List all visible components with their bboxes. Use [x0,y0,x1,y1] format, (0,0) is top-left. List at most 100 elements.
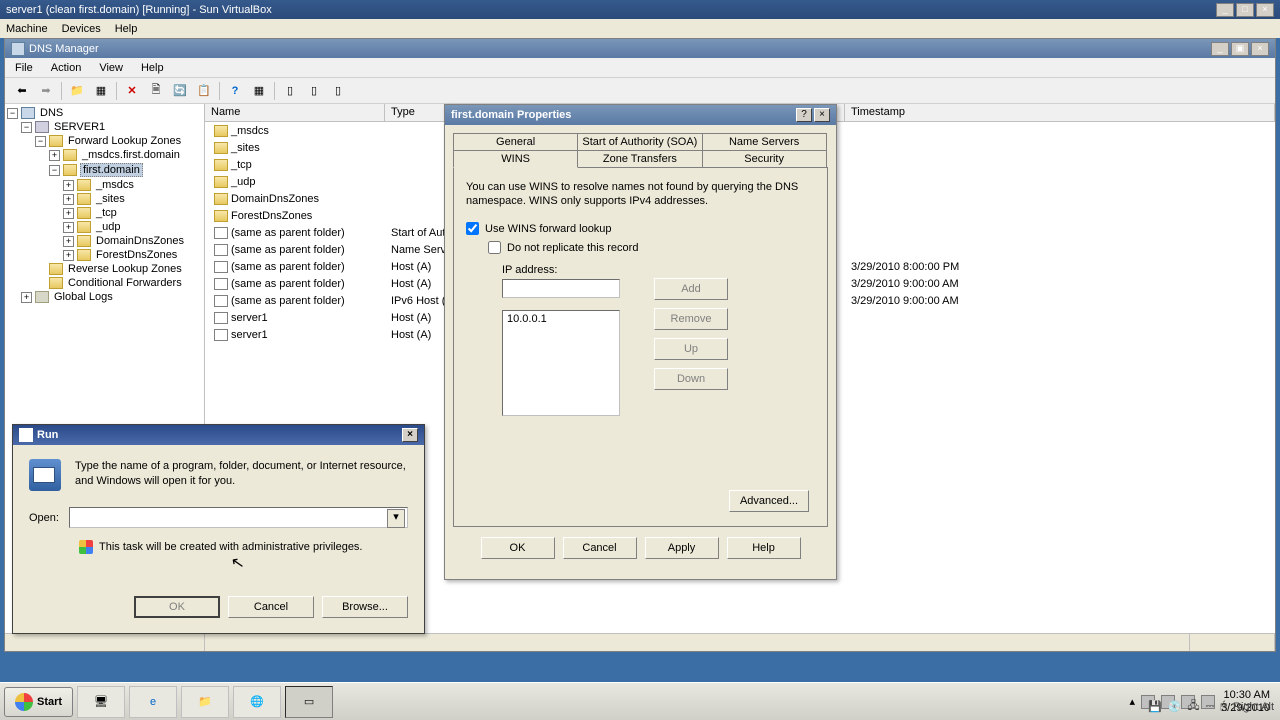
tab-general[interactable]: General [453,133,578,150]
dns-title: DNS Manager [29,43,1209,55]
minimize-button[interactable]: _ [1216,3,1234,17]
tree-expand-icon[interactable]: + [63,208,74,219]
no-replicate-checkbox[interactable]: Do not replicate this record [488,241,815,254]
dns-maximize-button[interactable]: ▣ [1231,42,1249,56]
dns-close-button[interactable]: × [1251,42,1269,56]
tree-gl[interactable]: Global Logs [52,291,115,303]
tree-expand-icon[interactable]: + [63,236,74,247]
tree-expand-icon[interactable]: + [63,250,74,261]
ip-address-list[interactable]: 10.0.0.1 [502,310,620,416]
ok-button[interactable]: OK [481,537,555,559]
tree-sub[interactable]: _udp [94,221,122,233]
help-button[interactable]: ? [796,108,812,122]
tree-collapse-icon[interactable]: − [35,136,46,147]
menu-help[interactable]: Help [115,23,138,35]
tree-sub[interactable]: _tcp [94,207,119,219]
toolbar-btn-d[interactable]: ▯ [327,80,349,102]
cancel-button[interactable]: Cancel [563,537,637,559]
properties-button[interactable]: ▦ [90,80,112,102]
tab-soa[interactable]: Start of Authority (SOA) [577,133,702,150]
tree-flz[interactable]: Forward Lookup Zones [66,135,183,147]
no-replicate-input[interactable] [488,241,501,254]
tree-expand-icon[interactable]: + [63,180,74,191]
tab-zone-transfers[interactable]: Zone Transfers [577,150,702,167]
close-button[interactable]: × [1256,3,1274,17]
tree-expand-icon[interactable]: + [63,194,74,205]
close-button[interactable]: × [814,108,830,122]
export-button[interactable]: 🔄 [169,80,191,102]
record-icon [214,227,228,239]
tree-expand-icon[interactable]: + [21,292,32,303]
tree-expand-icon[interactable]: + [49,150,60,161]
menu-file[interactable]: File [15,62,33,74]
ip-address-input[interactable] [502,279,620,298]
menu-help[interactable]: Help [141,62,164,74]
open-combobox[interactable] [69,507,408,528]
help-button[interactable]: ? [224,80,246,102]
tree-server[interactable]: SERVER1 [52,121,107,133]
taskbar-item-ie[interactable]: e [129,686,177,718]
delete-button[interactable]: ✕ [121,80,143,102]
tree-collapse-icon[interactable]: − [21,122,32,133]
use-wins-input[interactable] [466,222,479,235]
tree-firstdomain[interactable]: first.domain [80,163,143,177]
tree-sub[interactable]: DomainDnsZones [94,235,186,247]
close-button[interactable]: × [402,428,418,442]
back-button[interactable]: ⬅ [11,80,33,102]
log-icon [35,291,49,303]
taskbar-item-explorer[interactable]: 📁 [181,686,229,718]
taskbar-item-run[interactable]: ▭ [285,686,333,718]
menu-action[interactable]: Action [51,62,82,74]
up-button[interactable]: 📁 [66,80,88,102]
dns-titlebar[interactable]: DNS Manager _ ▣ × [5,39,1275,58]
tab-wins[interactable]: WINS [453,150,578,168]
tree-cf[interactable]: Conditional Forwarders [66,277,184,289]
ip-list-item[interactable]: 10.0.0.1 [505,313,617,325]
cancel-button[interactable]: Cancel [228,596,314,618]
forward-button[interactable]: ➡ [35,80,57,102]
advanced-button[interactable]: Advanced... [729,490,809,512]
start-button[interactable]: Start [4,687,73,717]
tree-expand-icon[interactable]: + [63,222,74,233]
tab-security[interactable]: Security [702,150,827,167]
dns-minimize-button[interactable]: _ [1211,42,1229,56]
down-button[interactable]: Down [654,368,728,390]
col-name[interactable]: Name [205,104,385,121]
tree-sub[interactable]: _msdcs [94,179,136,191]
up-button[interactable]: Up [654,338,728,360]
new-button[interactable]: 📋 [193,80,215,102]
apply-button[interactable]: Apply [645,537,719,559]
taskbar-item-server[interactable]: 🖥 [77,686,125,718]
tree-msdcs[interactable]: _msdcs.first.domain [80,149,182,161]
run-titlebar[interactable]: Run × [13,425,424,445]
tree-collapse-icon[interactable]: − [7,108,18,119]
tab-ns[interactable]: Name Servers [702,133,827,150]
menu-machine[interactable]: Machine [6,23,48,35]
add-button[interactable]: Add [654,278,728,300]
taskbar[interactable]: Start 🖥 e 📁 🌐 ▭ ▴ 10:30 AM 3/29/2010 [0,682,1280,720]
ok-button[interactable]: OK [134,596,220,618]
remove-button[interactable]: Remove [654,308,728,330]
virtualbox-titlebar: server1 (clean first.domain) [Running] -… [0,0,1280,19]
col-timestamp[interactable]: Timestamp [845,104,1275,121]
menu-view[interactable]: View [99,62,123,74]
use-wins-checkbox[interactable]: Use WINS forward lookup [466,222,815,235]
tree-collapse-icon[interactable]: − [49,165,60,176]
refresh-button[interactable]: 🗎 [145,80,167,102]
tree-sub[interactable]: ForestDnsZones [94,249,179,261]
tree-rlz[interactable]: Reverse Lookup Zones [66,263,184,275]
menu-devices[interactable]: Devices [62,23,101,35]
tree-sub[interactable]: _sites [94,193,127,205]
toolbar-btn-c[interactable]: ▯ [303,80,325,102]
help-button[interactable]: Help [727,537,801,559]
properties-titlebar[interactable]: first.domain Properties ? × [445,105,836,125]
taskbar-item-dns[interactable]: 🌐 [233,686,281,718]
browse-button[interactable]: Browse... [322,596,408,618]
run-icon [19,428,33,442]
toolbar-btn-a[interactable]: ▦ [248,80,270,102]
toolbar-btn-b[interactable]: ▯ [279,80,301,102]
folder-icon [49,277,63,289]
tray-expand-icon[interactable]: ▴ [1130,695,1136,708]
maximize-button[interactable]: □ [1236,3,1254,17]
tree-dns[interactable]: DNS [38,107,65,119]
